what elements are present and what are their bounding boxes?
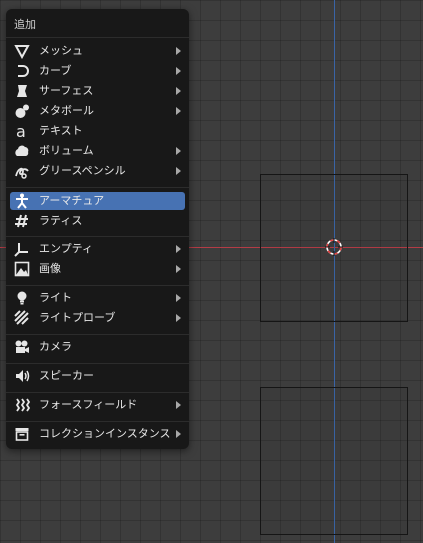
armature-icon xyxy=(14,193,30,209)
submenu-arrow-icon xyxy=(176,167,181,175)
menu-item-grease-pencil[interactable]: グリースペンシル xyxy=(10,162,185,180)
menu-item-label: ラティス xyxy=(39,214,83,227)
menu-item-armature[interactable]: アーマチュア xyxy=(10,192,185,210)
3d-cursor-icon[interactable] xyxy=(325,238,343,256)
submenu-arrow-icon xyxy=(176,430,181,438)
force-field-icon xyxy=(14,397,30,413)
submenu-arrow-icon xyxy=(176,107,181,115)
submenu-arrow-icon xyxy=(176,294,181,302)
menu-item-label: エンプティ xyxy=(39,242,94,255)
submenu-arrow-icon xyxy=(176,245,181,253)
menu-item-label: サーフェス xyxy=(39,84,94,97)
menu-separator xyxy=(6,236,189,237)
submenu-arrow-icon xyxy=(176,265,181,273)
camera-icon xyxy=(14,339,30,355)
grease-pencil-icon xyxy=(14,163,30,179)
menu-item-camera[interactable]: カメラ xyxy=(10,338,185,356)
menu-item-empty[interactable]: エンプティ xyxy=(10,240,185,258)
menu-separator xyxy=(6,392,189,393)
empty-icon xyxy=(14,241,30,257)
surface-icon xyxy=(14,83,30,99)
menu-separator xyxy=(6,187,189,188)
svg-text:a: a xyxy=(16,123,26,139)
submenu-arrow-icon xyxy=(176,314,181,322)
collection-instance-icon xyxy=(14,426,30,442)
menu-title: 追加 xyxy=(14,18,36,31)
menu-item-label: 画像 xyxy=(39,262,61,275)
menu-item-label: テキスト xyxy=(39,124,83,137)
menu-item-speaker[interactable]: スピーカー xyxy=(10,367,185,385)
lattice-icon xyxy=(14,213,30,229)
menu-item-mesh[interactable]: メッシュ xyxy=(10,42,185,60)
menu-item-label: グリースペンシル xyxy=(39,164,126,177)
menu-item-label: メタボール xyxy=(39,104,94,117)
menu-item-label: カーブ xyxy=(39,64,72,77)
camera-frame-lower xyxy=(260,387,408,535)
submenu-arrow-icon xyxy=(176,67,181,75)
menu-item-volume[interactable]: ボリューム xyxy=(10,142,185,160)
menu-item-force-field[interactable]: フォースフィールド xyxy=(10,396,185,414)
menu-separator xyxy=(6,37,189,38)
menu-item-collection-instance[interactable]: コレクションインスタンス xyxy=(10,425,185,443)
menu-separator xyxy=(6,363,189,364)
light-probe-icon xyxy=(14,310,30,326)
menu-item-label: コレクションインスタンス xyxy=(39,427,171,440)
menu-item-text[interactable]: a テキスト xyxy=(10,122,185,140)
menu-item-light-probe[interactable]: ライトプローブ xyxy=(10,309,185,327)
metaball-icon xyxy=(14,103,30,119)
menu-item-label: アーマチュア xyxy=(39,194,105,207)
menu-item-label: ライトプローブ xyxy=(39,311,116,324)
menu-separator xyxy=(6,285,189,286)
volume-icon xyxy=(14,143,30,159)
menu-item-label: フォースフィールド xyxy=(39,398,138,411)
image-icon xyxy=(14,261,30,277)
submenu-arrow-icon xyxy=(176,87,181,95)
menu-item-label: メッシュ xyxy=(39,44,83,57)
menu-item-light[interactable]: ライト xyxy=(10,289,185,307)
menu-item-image[interactable]: 画像 xyxy=(10,260,185,278)
menu-item-label: ボリューム xyxy=(39,144,94,157)
menu-item-curve[interactable]: カーブ xyxy=(10,62,185,80)
menu-separator xyxy=(6,334,189,335)
curve-icon xyxy=(14,63,30,79)
add-menu: 追加 メッシュ カーブ サーフェス メタボール a テキスト ボリューム グリー… xyxy=(6,9,189,449)
menu-item-label: カメラ xyxy=(39,340,72,353)
light-icon xyxy=(14,290,30,306)
speaker-icon xyxy=(14,368,30,384)
menu-item-metaball[interactable]: メタボール xyxy=(10,102,185,120)
menu-item-label: ライト xyxy=(39,291,72,304)
text-icon: a xyxy=(14,123,30,139)
mesh-icon xyxy=(14,43,30,59)
menu-item-label: スピーカー xyxy=(39,369,94,382)
menu-item-surface[interactable]: サーフェス xyxy=(10,82,185,100)
submenu-arrow-icon xyxy=(176,47,181,55)
menu-item-lattice[interactable]: ラティス xyxy=(10,212,185,230)
submenu-arrow-icon xyxy=(176,401,181,409)
menu-separator xyxy=(6,421,189,422)
submenu-arrow-icon xyxy=(176,147,181,155)
